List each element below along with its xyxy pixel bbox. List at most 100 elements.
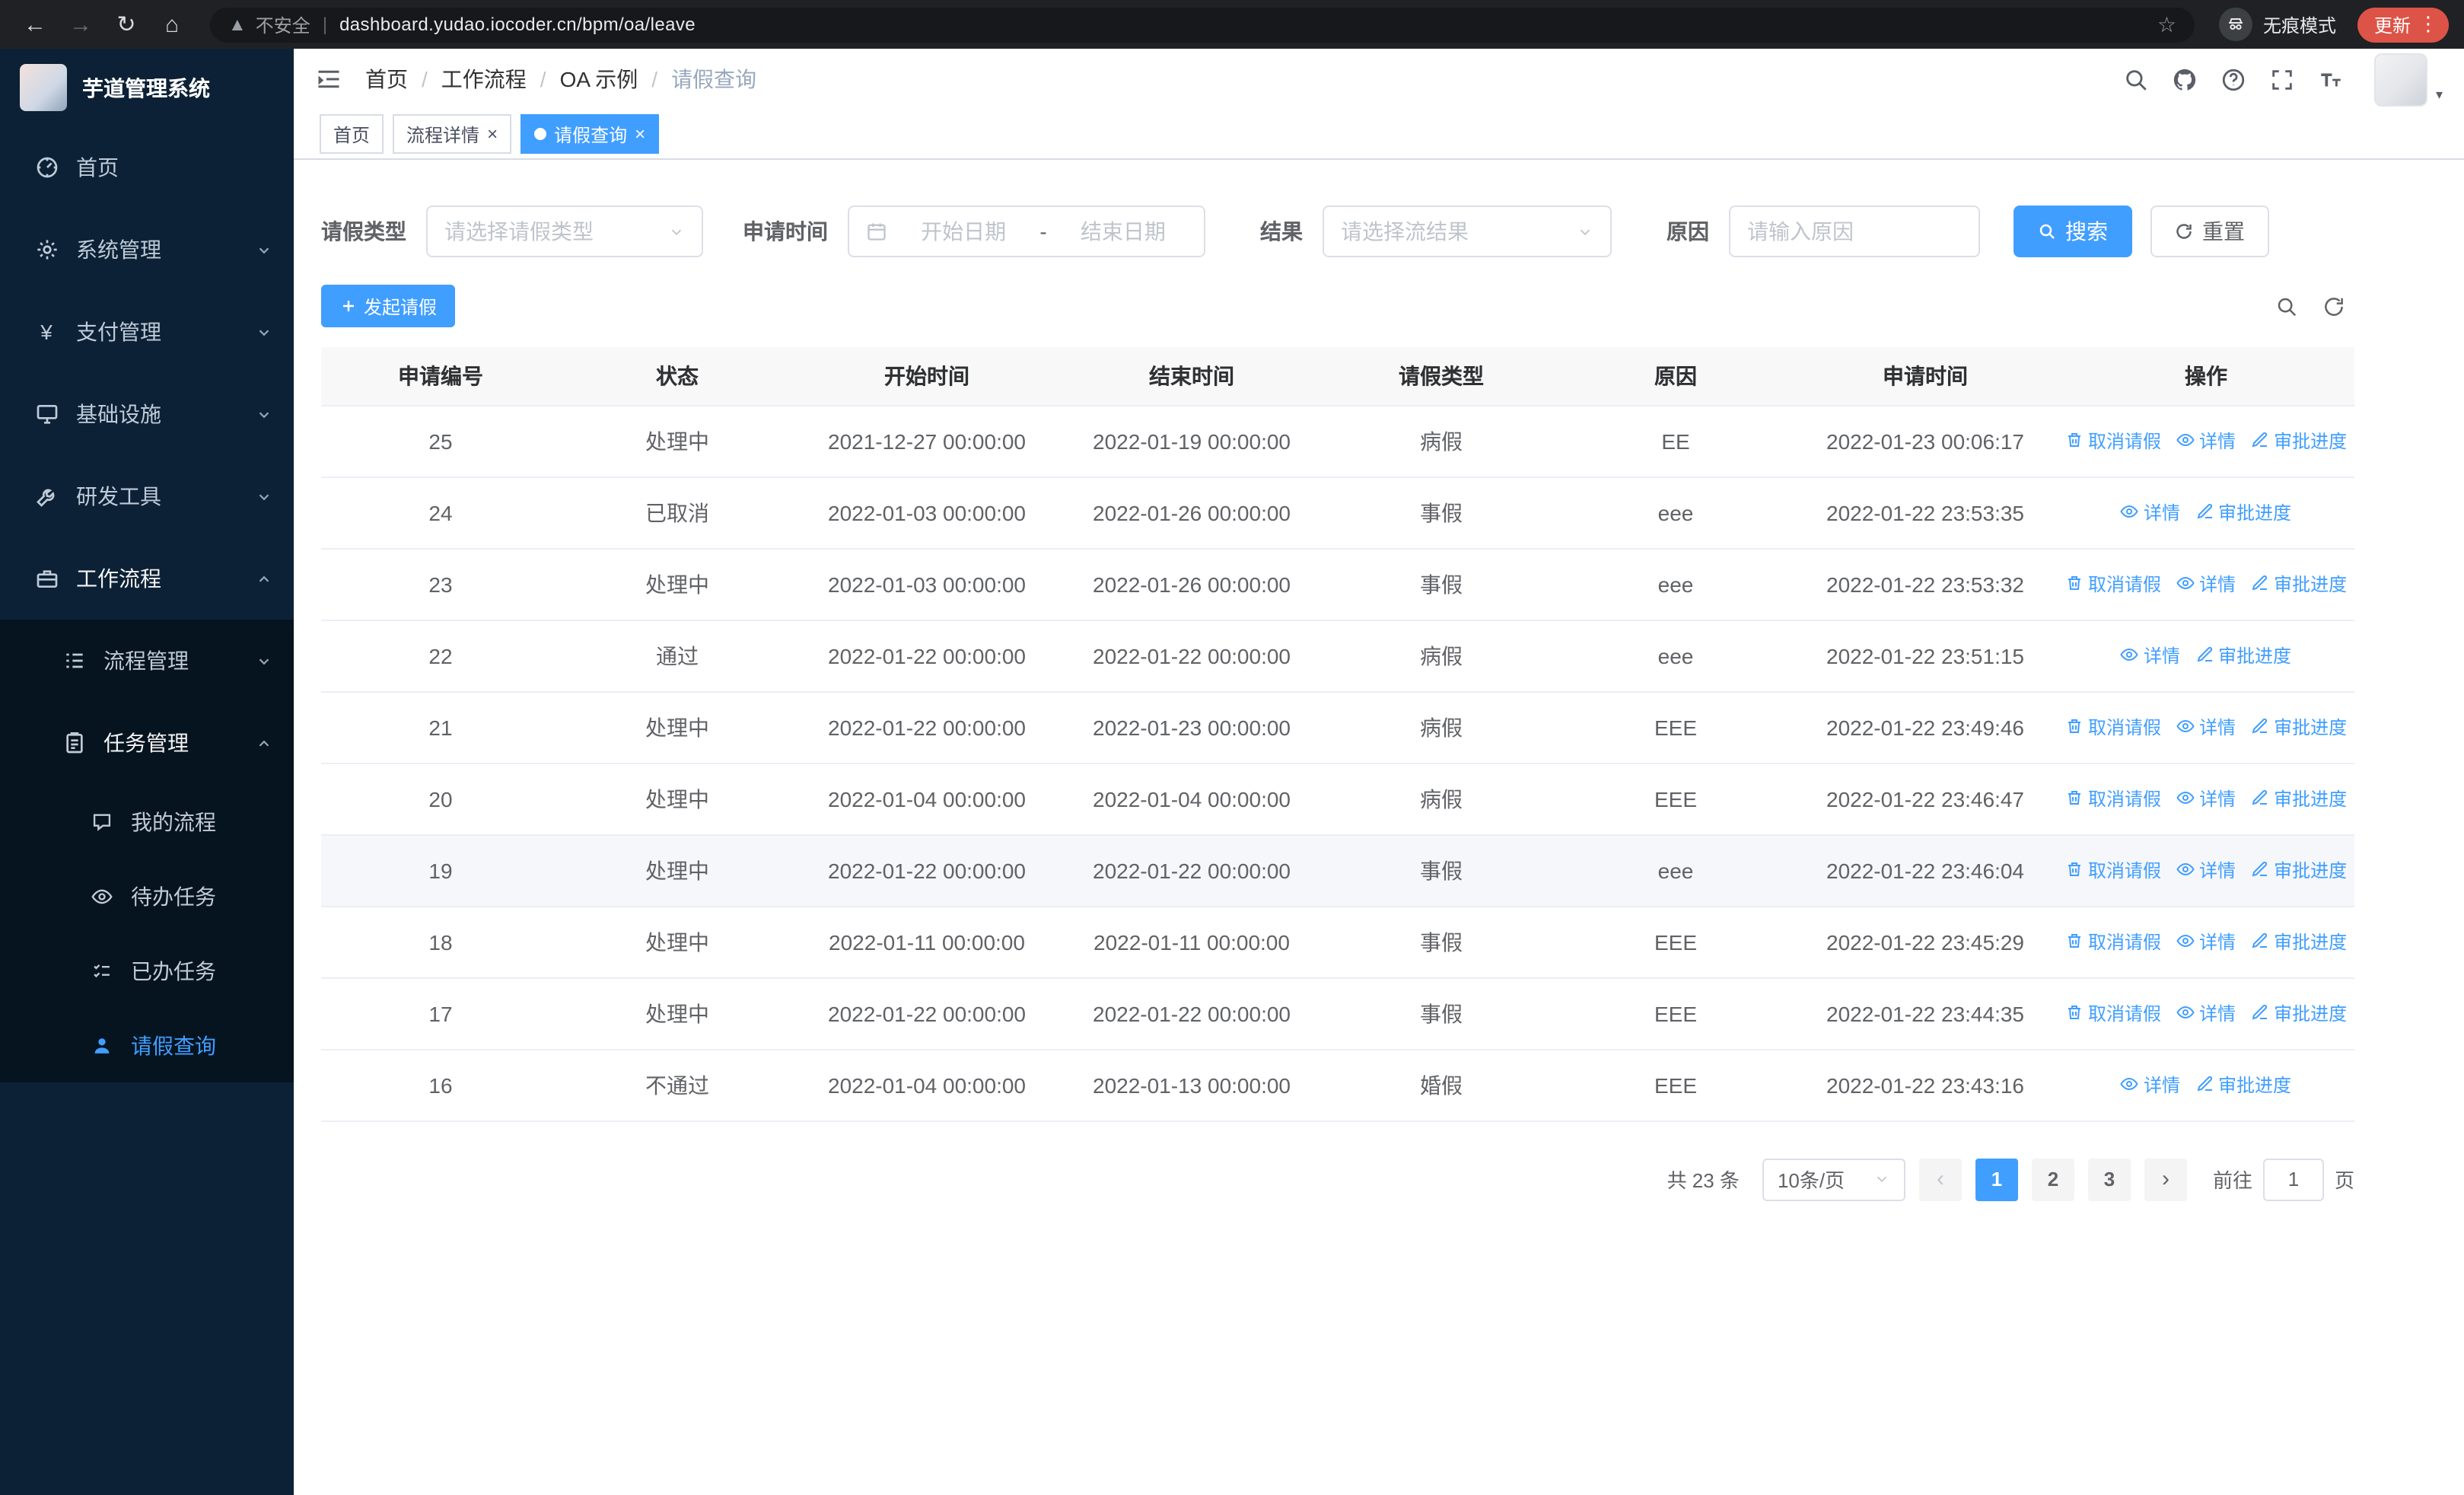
font-size-icon[interactable]: [2319, 66, 2345, 92]
detail-link[interactable]: 详情: [2176, 929, 2236, 955]
approval-progress-link[interactable]: 审批进度: [2251, 857, 2347, 883]
detail-link[interactable]: 详情: [2176, 786, 2236, 811]
browser-menu-icon[interactable]: ⋮: [2418, 12, 2438, 37]
browser-forward-icon[interactable]: →: [61, 5, 100, 44]
sidebar-item-process-management[interactable]: 流程管理: [0, 620, 294, 702]
leave-table: 申请编号 状态 开始时间 结束时间 请假类型 原因 申请时间 操作 25 处理中 2…: [321, 347, 2354, 1121]
approval-progress-link[interactable]: 审批进度: [2251, 571, 2347, 597]
cell-status: 已取消: [560, 477, 794, 549]
breadcrumb-home[interactable]: 首页: [365, 64, 408, 94]
cancel-leave-link[interactable]: 取消请假: [2065, 786, 2161, 811]
edit-icon: [2252, 862, 2268, 877]
briefcase-icon: [33, 566, 59, 591]
cancel-leave-link[interactable]: 取消请假: [2065, 857, 2161, 883]
col-apply-id: 申请编号: [321, 347, 560, 406]
approval-progress-link[interactable]: 审批进度: [2251, 929, 2347, 955]
goto-page-input[interactable]: [2262, 1158, 2324, 1200]
sidebar-item-label: 工作流程: [76, 566, 161, 591]
browser-reload-icon[interactable]: ↻: [107, 5, 146, 44]
detail-link[interactable]: 详情: [2176, 857, 2236, 883]
sidebar-item-done-tasks[interactable]: 已办任务: [0, 933, 294, 1008]
detail-link[interactable]: 详情: [2176, 1000, 2236, 1026]
reason-input[interactable]: [1747, 219, 1962, 244]
cell-status: 处理中: [560, 405, 794, 477]
prev-page-button[interactable]: ‹: [1918, 1158, 1962, 1200]
sidebar-item-payment[interactable]: ¥ 支付管理: [0, 291, 294, 373]
search-button[interactable]: 搜索: [2014, 206, 2132, 257]
active-dot: [534, 128, 547, 140]
tab-leave-query[interactable]: 请假查询 ×: [520, 114, 660, 154]
table-row: 19 处理中 2022-01-22 00:00:00 2022-01-22 00:00…: [321, 834, 2354, 907]
sidebar-item-task-management[interactable]: 任务管理: [0, 702, 294, 784]
next-page-button[interactable]: ›: [2144, 1158, 2187, 1200]
sidebar-item-devtools[interactable]: 研发工具: [0, 455, 294, 537]
approval-progress-link[interactable]: 审批进度: [2195, 1072, 2291, 1098]
cancel-leave-link[interactable]: 取消请假: [2065, 714, 2161, 740]
sidebar-item-home[interactable]: 首页: [0, 126, 294, 209]
clipboard-icon: [61, 731, 87, 755]
tabs-bar: 首页 流程详情 × 请假查询 ×: [294, 110, 2464, 160]
detail-link[interactable]: 详情: [2176, 571, 2236, 597]
cancel-leave-link[interactable]: 取消请假: [2065, 1000, 2161, 1026]
cell-type: 事假: [1324, 477, 1558, 549]
page-size-select[interactable]: 10条/页: [1762, 1158, 1905, 1200]
reset-button[interactable]: 重置: [2150, 206, 2269, 257]
help-icon[interactable]: [2221, 66, 2247, 92]
browser-back-icon[interactable]: ←: [15, 5, 55, 44]
update-button[interactable]: 更新 ⋮: [2357, 7, 2449, 42]
github-icon[interactable]: [2173, 66, 2198, 92]
cell-actions: 详情 审批进度: [2058, 1049, 2354, 1121]
edit-icon: [2252, 575, 2268, 591]
fullscreen-icon[interactable]: [2270, 66, 2296, 92]
sidebar-item-pending-tasks[interactable]: 待办任务: [0, 859, 294, 933]
result-select[interactable]: 请选择流结果: [1323, 206, 1612, 257]
approval-progress-link[interactable]: 审批进度: [2251, 428, 2347, 454]
approval-progress-link[interactable]: 审批进度: [2251, 1000, 2347, 1026]
address-bar[interactable]: ▲ 不安全 | dashboard.yudao.iocoder.cn/bpm/o…: [210, 7, 2195, 42]
toggle-search-icon[interactable]: [2275, 295, 2298, 317]
user-menu[interactable]: ▾: [2374, 53, 2443, 106]
refresh-table-icon[interactable]: [2322, 295, 2345, 317]
sidebar-item-my-processes[interactable]: 我的流程: [0, 784, 294, 859]
page-button-1[interactable]: 1: [1975, 1158, 2018, 1200]
app-logo[interactable]: 芋道管理系统: [0, 49, 294, 126]
detail-link[interactable]: 详情: [2121, 1072, 2180, 1098]
reason-label: 原因: [1667, 219, 1709, 244]
cancel-leave-link[interactable]: 取消请假: [2065, 571, 2161, 597]
delete-icon: [2068, 576, 2080, 591]
cancel-leave-link[interactable]: 取消请假: [2065, 428, 2161, 454]
detail-link[interactable]: 详情: [2176, 714, 2236, 740]
approval-progress-link[interactable]: 审批进度: [2251, 714, 2347, 740]
sidebar-item-system[interactable]: 系统管理: [0, 209, 294, 291]
browser-home-icon[interactable]: ⌂: [152, 5, 192, 44]
close-icon[interactable]: ×: [487, 125, 498, 143]
reset-button-label: 重置: [2202, 219, 2245, 244]
leave-type-select[interactable]: 请选择请假类型: [426, 206, 703, 257]
eye-icon: [2176, 577, 2195, 590]
approval-progress-link[interactable]: 审批进度: [2251, 786, 2347, 811]
sidebar-item-leave-query[interactable]: 请假查询: [0, 1008, 294, 1082]
bookmark-star-icon[interactable]: ☆: [2157, 11, 2176, 37]
tab-home[interactable]: 首页: [320, 114, 384, 154]
sidebar-collapse-icon[interactable]: [315, 65, 342, 93]
create-leave-button[interactable]: 发起请假: [321, 285, 456, 327]
approval-progress-link[interactable]: 审批进度: [2195, 499, 2291, 525]
tab-process-detail[interactable]: 流程详情 ×: [393, 114, 512, 154]
apply-time-label: 申请时间: [743, 219, 828, 244]
approval-progress-link[interactable]: 审批进度: [2195, 642, 2291, 668]
date-range-picker[interactable]: 开始日期 - 结束日期: [848, 206, 1205, 257]
cancel-leave-link[interactable]: 取消请假: [2065, 929, 2161, 955]
security-chip[interactable]: ▲ 不安全: [228, 11, 310, 37]
page-button-2[interactable]: 2: [2031, 1158, 2074, 1200]
sidebar-item-infrastructure[interactable]: 基础设施: [0, 373, 294, 455]
sidebar-item-workflow[interactable]: 工作流程: [0, 537, 294, 620]
detail-link[interactable]: 详情: [2121, 642, 2180, 668]
breadcrumb-oa-example[interactable]: OA 示例: [560, 64, 638, 94]
total-count: 共 23 条: [1667, 1169, 1740, 1192]
page-button-3[interactable]: 3: [2087, 1158, 2131, 1200]
detail-link[interactable]: 详情: [2176, 428, 2236, 454]
breadcrumb-workflow[interactable]: 工作流程: [441, 64, 527, 94]
detail-link[interactable]: 详情: [2121, 499, 2180, 525]
search-icon[interactable]: [2124, 66, 2150, 92]
close-icon[interactable]: ×: [635, 125, 645, 143]
